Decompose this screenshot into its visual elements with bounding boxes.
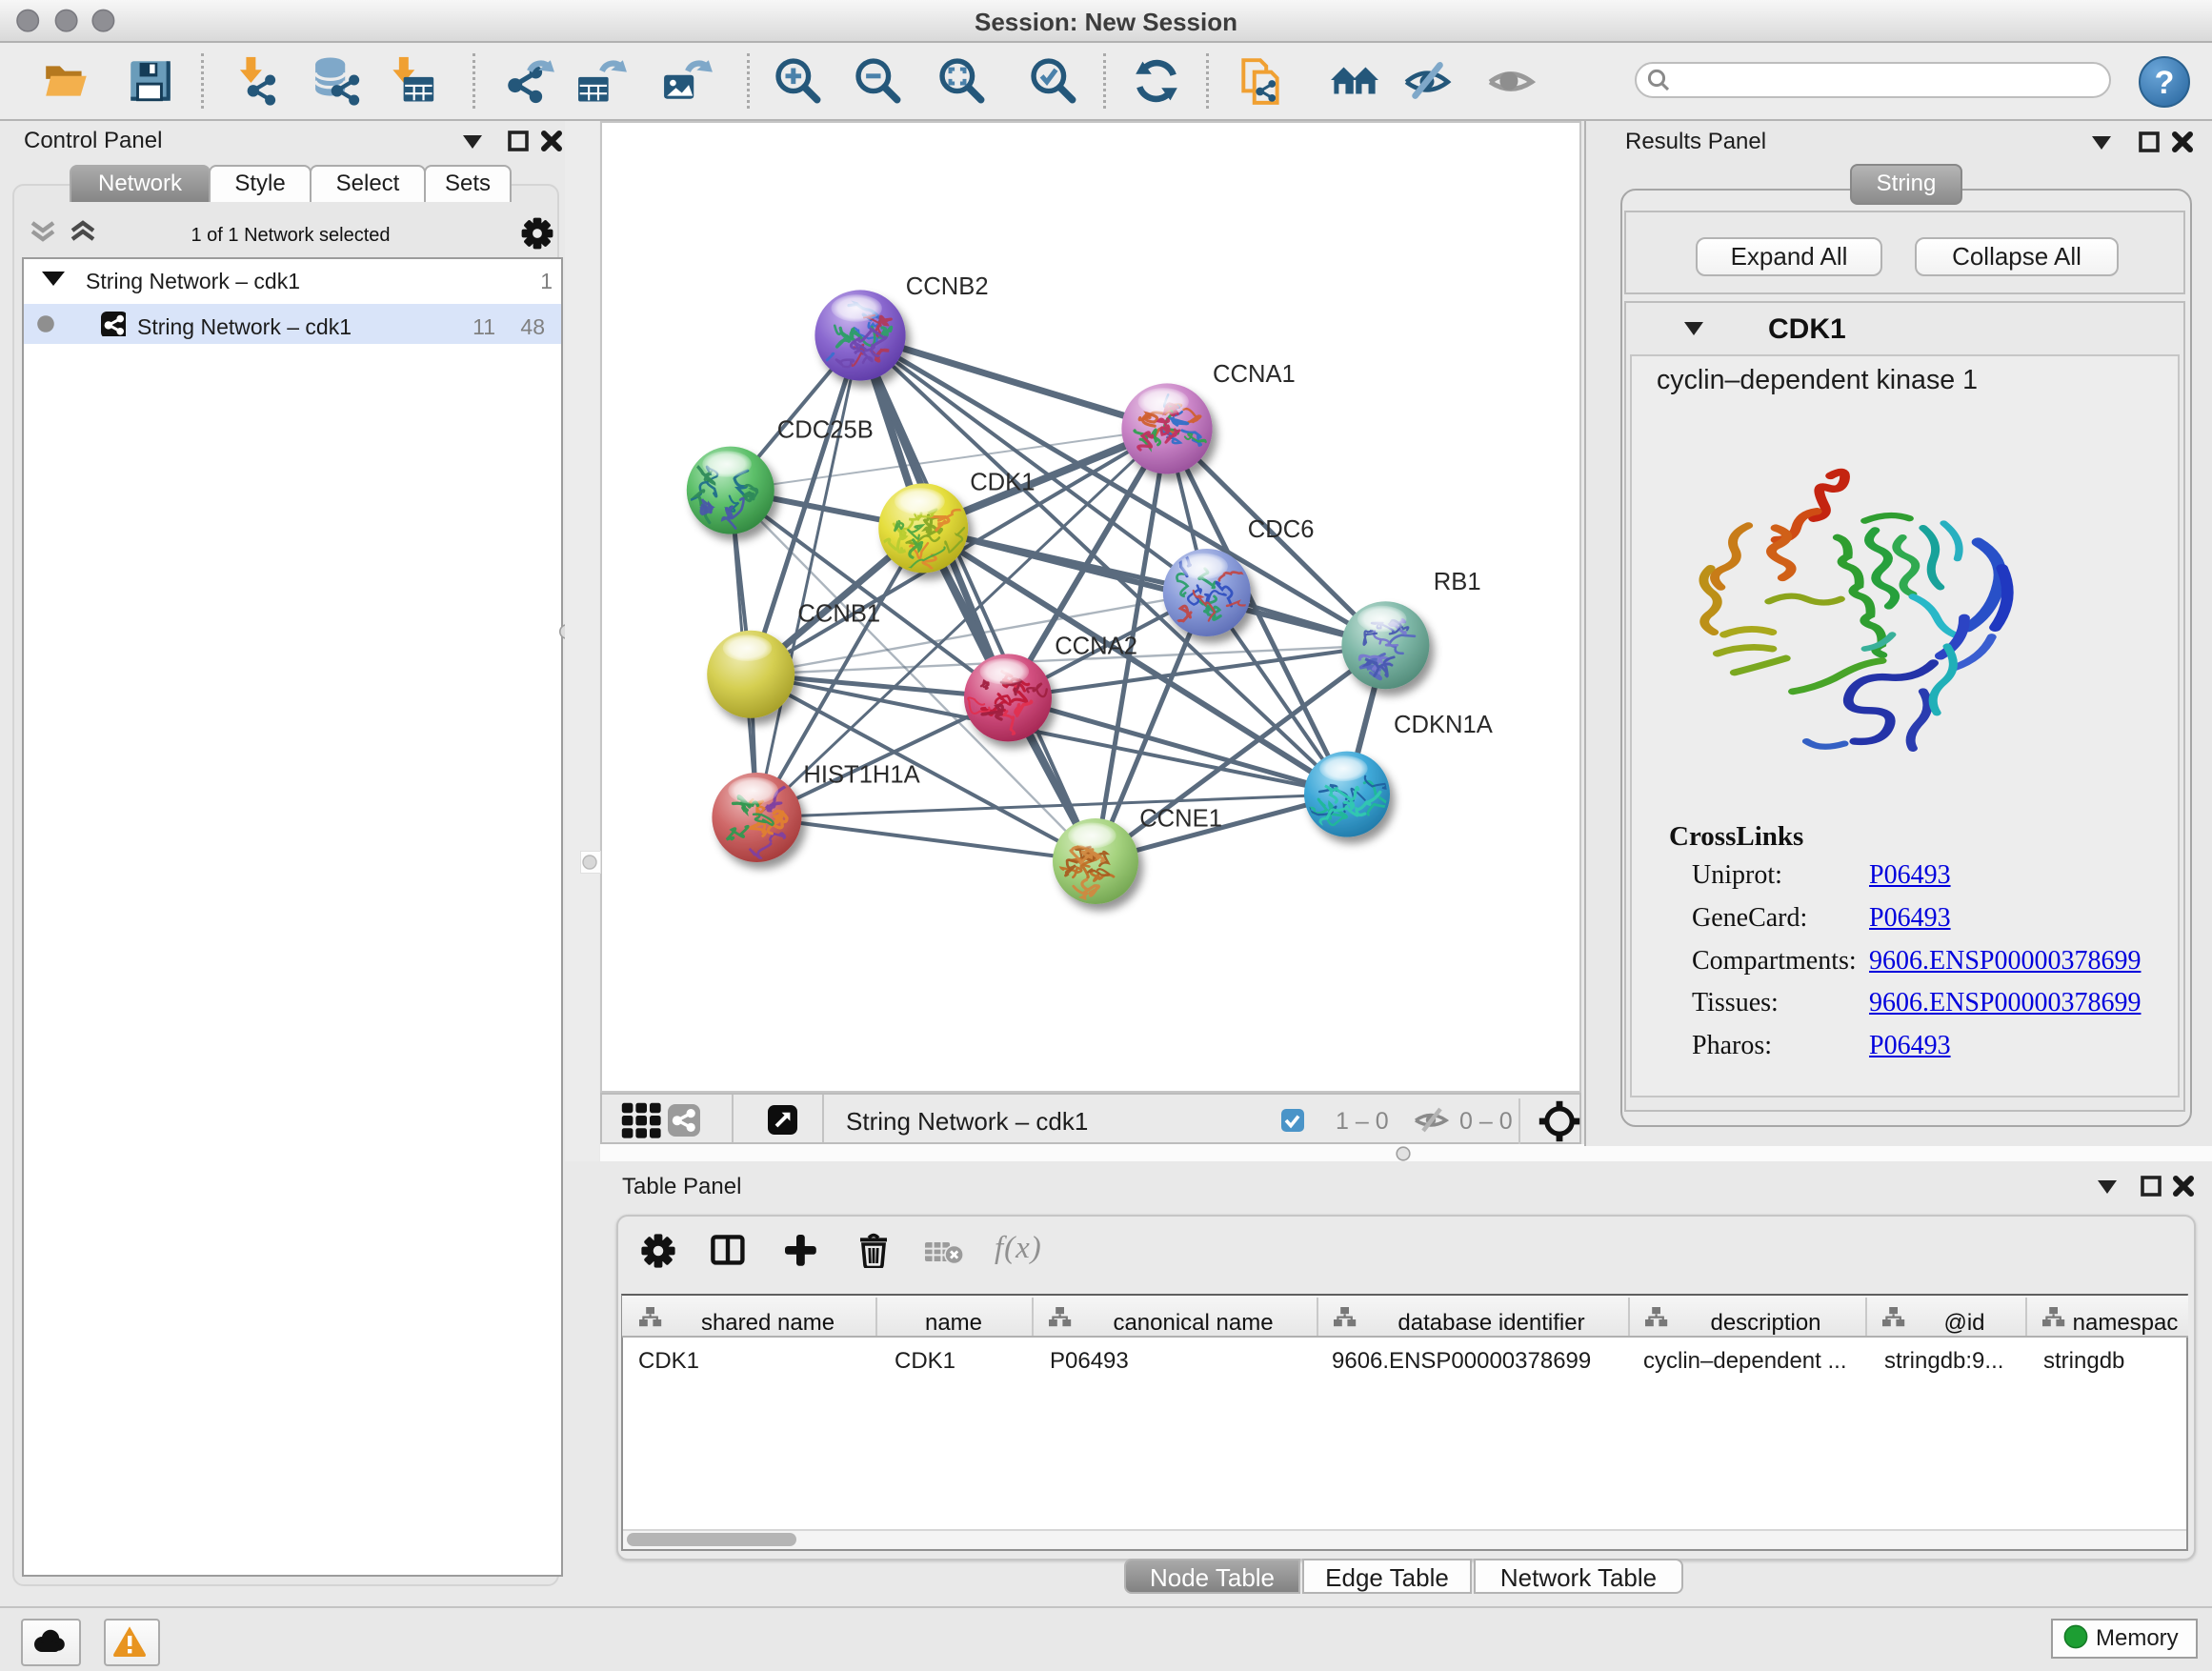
svg-text:CCNB1: CCNB1 bbox=[797, 601, 880, 628]
svg-text:?: ? bbox=[2155, 65, 2175, 101]
svg-text:CDC6: CDC6 bbox=[1248, 516, 1315, 543]
svg-text:CCNB2: CCNB2 bbox=[906, 273, 989, 300]
svg-text:CDC25B: CDC25B bbox=[777, 416, 874, 443]
svg-text:HIST1H1A: HIST1H1A bbox=[803, 761, 920, 788]
svg-text:CCNE1: CCNE1 bbox=[1139, 805, 1222, 832]
svg-text:RB1: RB1 bbox=[1434, 569, 1481, 595]
svg-text:CCNA1: CCNA1 bbox=[1213, 361, 1296, 388]
svg-text:CCNA2: CCNA2 bbox=[1055, 633, 1137, 659]
svg-text:CDK1: CDK1 bbox=[970, 470, 1035, 496]
svg-text:CDKN1A: CDKN1A bbox=[1394, 712, 1494, 738]
